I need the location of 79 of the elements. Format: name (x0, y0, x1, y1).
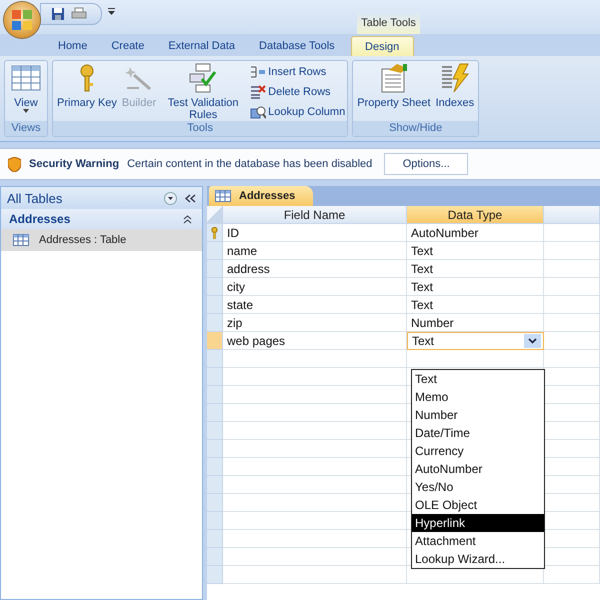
nav-item[interactable]: Addresses : Table (1, 229, 202, 251)
warning-message: Certain content in the database has been disabled (127, 158, 372, 170)
row-selector[interactable] (207, 224, 223, 242)
table-cell: AutoNumber (407, 224, 544, 242)
table-cell (544, 350, 600, 368)
table-cell: address (223, 260, 407, 278)
table-cell (544, 278, 600, 296)
delete-rows-icon (250, 84, 266, 98)
combo-box[interactable]: Text (407, 332, 544, 350)
ribbon-button[interactable]: Insert Rows (250, 63, 346, 80)
ribbon-tab[interactable]: External Data (156, 36, 248, 56)
ribbon-button[interactable]: Property Sheet (355, 63, 433, 109)
group-label: Views (5, 121, 47, 136)
column-header: Data Type (407, 206, 544, 224)
table-cell: zip (223, 314, 407, 332)
table-cell (544, 566, 600, 584)
table-icon (11, 63, 41, 93)
select-all-cell[interactable] (207, 206, 223, 224)
table-icon (13, 234, 29, 246)
collapse-icon[interactable] (185, 194, 196, 202)
save-icon[interactable] (51, 7, 65, 21)
document-tab[interactable]: Addresses (209, 186, 314, 206)
printer-icon[interactable] (71, 7, 87, 21)
table-icon (215, 190, 231, 202)
lookup-icon (250, 104, 266, 118)
table-cell (544, 260, 600, 278)
shield-icon (8, 156, 21, 172)
table-cell: state (223, 296, 407, 314)
dropdown-option[interactable]: Yes/No (412, 478, 544, 496)
nav-pane-title: All Tables (7, 190, 64, 206)
column-header (544, 206, 600, 224)
table-cell: Text (407, 242, 544, 260)
table-cell: Text (407, 296, 544, 314)
ribbon-tab[interactable]: Home (46, 36, 100, 56)
dropdown-option[interactable]: Lookup Wizard... (412, 550, 544, 568)
table-cell (544, 332, 600, 350)
table-cell: Text (407, 278, 544, 296)
dropdown-option[interactable]: Currency (412, 442, 544, 460)
ribbon-button[interactable]: Indexes (434, 63, 476, 109)
insert-rows-icon (250, 64, 266, 78)
dropdown-option[interactable]: Attachment (412, 532, 544, 550)
table-cell: Text (407, 260, 544, 278)
warning-title: Security Warning (29, 158, 120, 170)
ribbon-button[interactable]: Lookup Column (250, 103, 346, 120)
dropdown-option[interactable]: Date/Time (412, 424, 544, 442)
contextual-tab-label: Table Tools (357, 12, 420, 34)
ribbon-tab[interactable]: Database Tools (247, 36, 347, 56)
dropdown-option[interactable]: Text (412, 370, 544, 388)
dropdown-option[interactable]: Hyperlink (412, 514, 544, 532)
group-label: Tools (53, 121, 348, 136)
ribbon-tab[interactable]: Create (99, 36, 156, 56)
dropdown-option[interactable]: Memo (412, 388, 544, 406)
lightning-icon (440, 63, 470, 93)
table-cell (544, 224, 600, 242)
ribbon-button[interactable]: Delete Rows (250, 83, 346, 100)
dropdown-option[interactable]: OLE Object (412, 496, 544, 514)
nav-group-header[interactable]: Addresses (1, 209, 202, 229)
ribbon-tab[interactable]: Design (350, 36, 414, 56)
table-cell: Number (407, 314, 544, 332)
ribbon-button[interactable]: Test Validation Rules (159, 63, 248, 121)
table-cell (544, 242, 600, 260)
table-cell: name (223, 242, 407, 260)
table-cell: ID (223, 224, 407, 242)
column-header: Field Name (223, 206, 407, 224)
table-cell (544, 314, 600, 332)
dropdown-option[interactable]: Number (412, 406, 544, 424)
ribbon-button[interactable]: View (7, 63, 45, 113)
ribbon-button[interactable]: Primary Key (55, 63, 119, 109)
property-sheet-icon (378, 63, 409, 93)
table-cell: city (223, 278, 407, 296)
dropdown-arrow-icon[interactable] (108, 8, 115, 15)
options-button[interactable]: Options... (384, 153, 468, 175)
table-cell: web pages (223, 332, 407, 350)
table-cell (544, 296, 600, 314)
flowchart-icon (188, 63, 218, 93)
dropdown-option[interactable]: AutoNumber (412, 460, 544, 478)
key-icon (211, 226, 218, 238)
group-label: Show/Hide (353, 121, 478, 136)
office-logo-icon (11, 9, 33, 31)
